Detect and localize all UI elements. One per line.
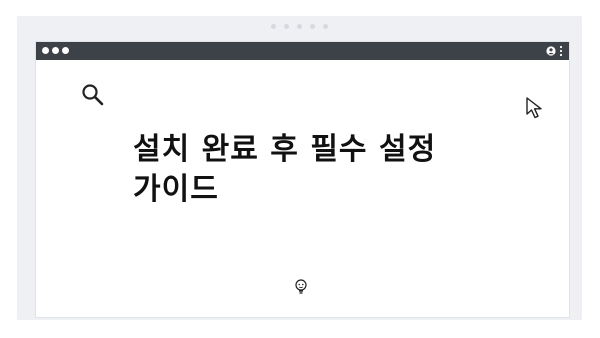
- window-titlebar: [36, 42, 569, 60]
- maximize-window-button[interactable]: [62, 47, 69, 54]
- kebab-menu-icon[interactable]: [559, 45, 563, 57]
- titlebar-actions: [546, 45, 563, 57]
- close-window-button[interactable]: [42, 47, 49, 54]
- window-controls: [42, 47, 69, 54]
- lightbulb-icon: [295, 279, 307, 294]
- pager-dot: [271, 24, 276, 29]
- browser-window: 설치 완료 후 필수 설정 가이드: [35, 41, 570, 318]
- user-icon[interactable]: [546, 46, 556, 56]
- page-title-line-1: 설치 완료 후 필수 설정: [133, 132, 437, 167]
- pager-dot: [323, 24, 328, 29]
- minimize-window-button[interactable]: [52, 47, 59, 54]
- pager-dot: [297, 24, 302, 29]
- page-title-line-2: 가이드: [133, 172, 219, 207]
- pager-dots: [17, 24, 582, 29]
- pager-dot: [310, 24, 315, 29]
- pager-dot: [284, 24, 289, 29]
- page-title: 설치 완료 후 필수 설정 가이드: [133, 130, 533, 210]
- cursor-arrow-icon: [526, 97, 542, 119]
- search-icon: [82, 84, 104, 106]
- window-content: 설치 완료 후 필수 설정 가이드: [36, 60, 569, 317]
